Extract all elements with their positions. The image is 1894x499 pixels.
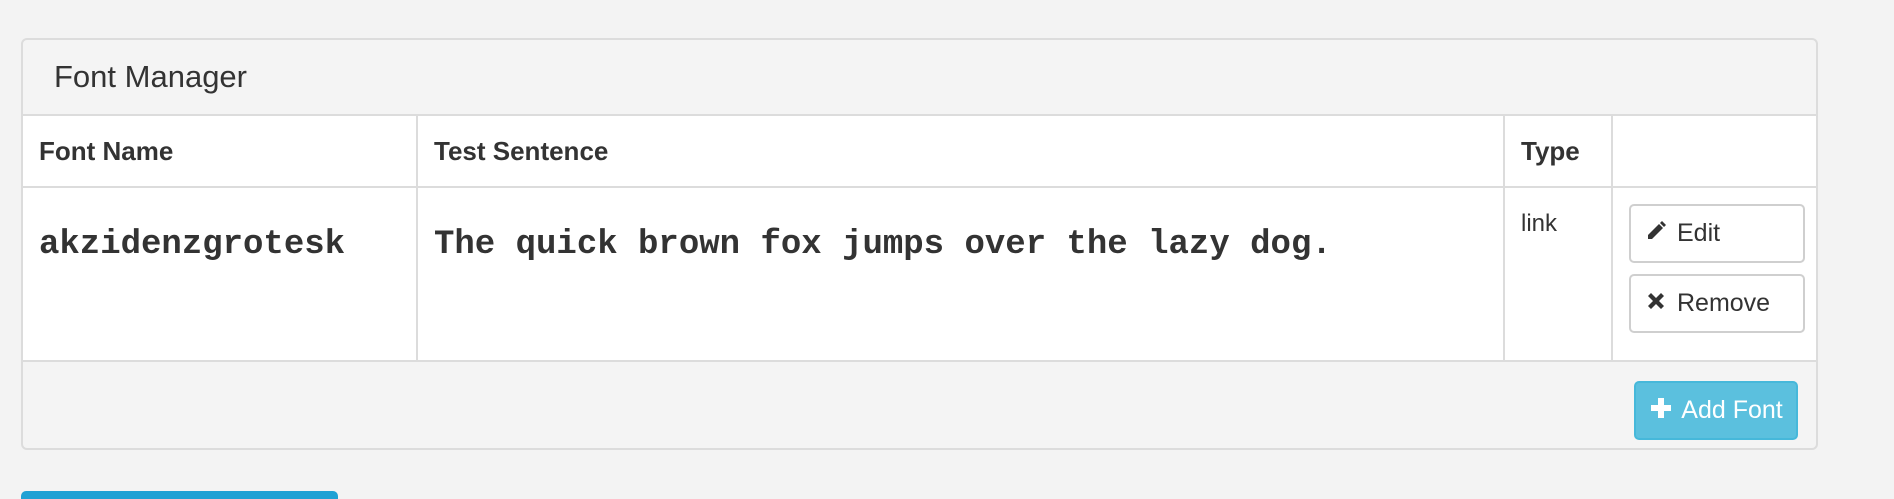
actions-cell: Edit Remove [1612, 187, 1816, 362]
font-manager-panel: Font Manager Font Name Test Sentence Typ… [21, 38, 1818, 450]
remove-button-label: Remove [1677, 289, 1771, 317]
pencil-icon [1645, 220, 1671, 247]
table-row: akzidenzgrotesk The quick brown fox jump… [23, 187, 1816, 362]
panel-title: Font Manager [23, 40, 1816, 116]
partially-visible-button[interactable] [21, 491, 338, 499]
edit-button[interactable]: Edit [1629, 204, 1805, 263]
remove-button[interactable]: Remove [1629, 274, 1805, 333]
test-sentence-cell: The quick brown fox jumps over the lazy … [417, 187, 1505, 362]
add-font-button[interactable]: Add Font [1634, 381, 1798, 440]
test-sentence: The quick brown fox jumps over the lazy … [434, 226, 1332, 264]
column-header-actions [1612, 116, 1816, 188]
column-header-type: Type [1504, 116, 1613, 188]
table-header-row: Font Name Test Sentence Type [23, 116, 1816, 188]
add-font-button-label: Add Font [1681, 396, 1783, 424]
fonts-table: Font Name Test Sentence Type akzidenzgro… [23, 116, 1816, 362]
font-name: akzidenzgrotesk [39, 226, 346, 264]
edit-button-label: Edit [1677, 219, 1721, 247]
font-name-cell: akzidenzgrotesk [23, 187, 418, 362]
close-icon [1645, 290, 1671, 317]
column-header-test-sentence: Test Sentence [417, 116, 1505, 188]
column-header-font-name: Font Name [23, 116, 418, 188]
plus-icon [1649, 396, 1673, 426]
font-type: link [1504, 187, 1613, 362]
panel-footer: Add Font [23, 362, 1816, 448]
